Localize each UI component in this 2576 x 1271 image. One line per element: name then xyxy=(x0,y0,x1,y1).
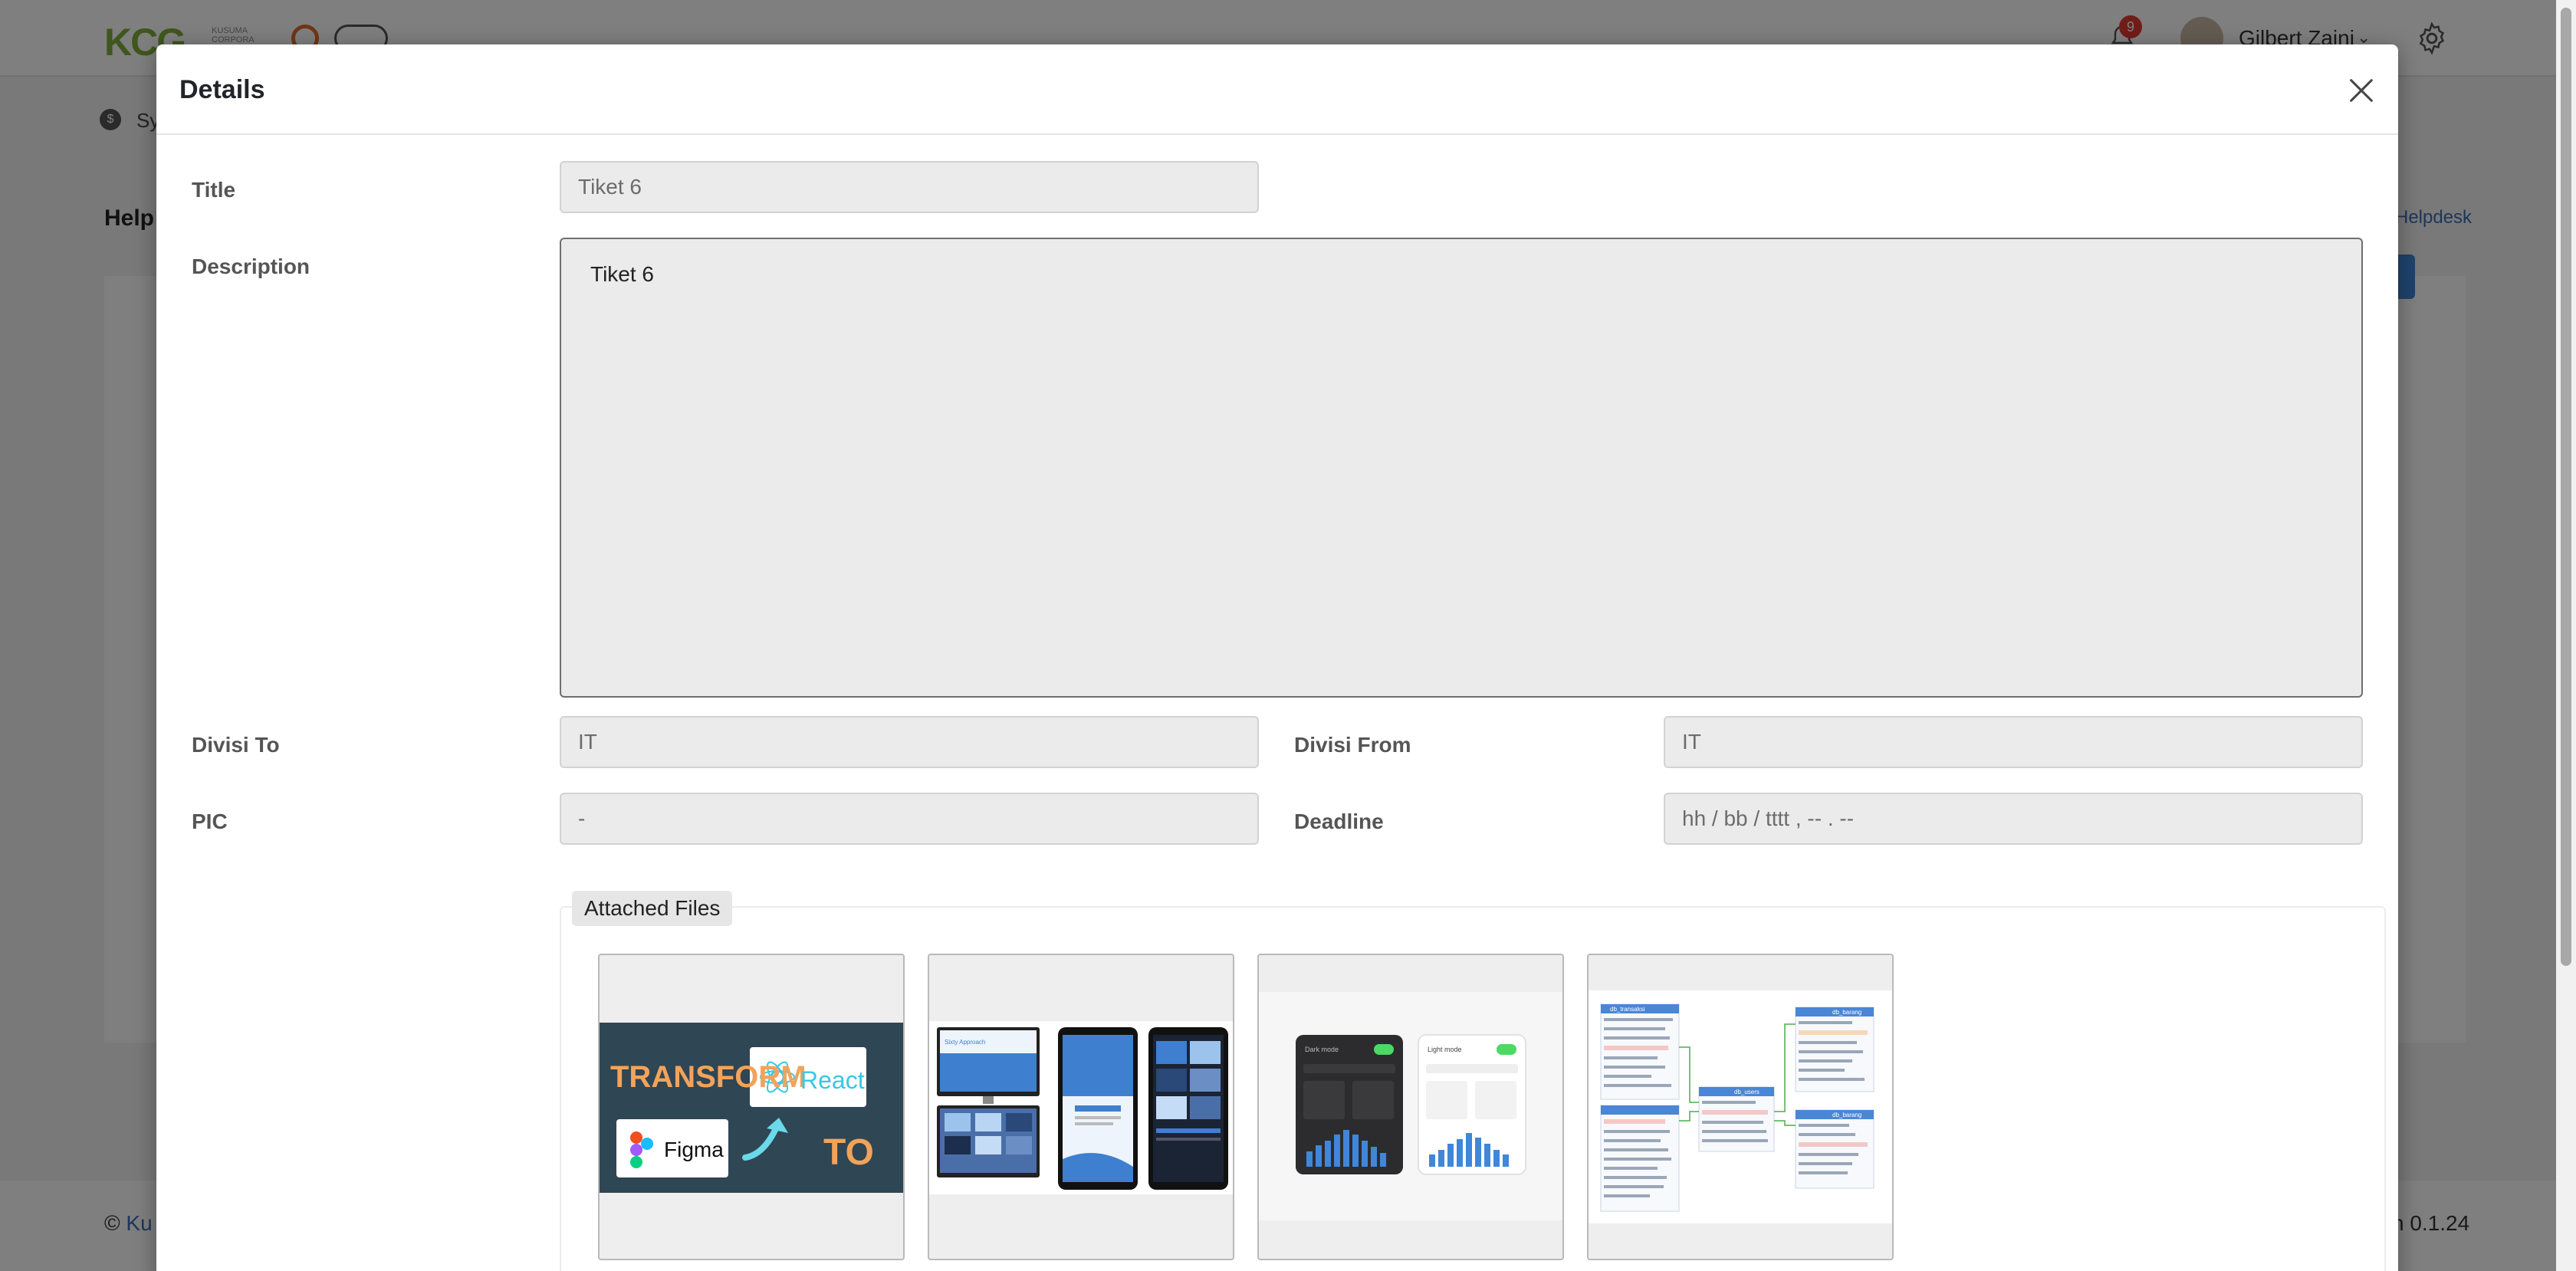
scrollbar-thumb[interactable] xyxy=(2561,8,2571,966)
description-field[interactable]: Tiket 6 xyxy=(560,238,2363,698)
attachment-3-caption-2: Light mode xyxy=(1428,1046,1462,1053)
attachment-1-caption-2: React xyxy=(800,1066,865,1094)
modal-title: Details xyxy=(179,75,265,104)
attachment-2-caption-1: Sixty Approach xyxy=(945,1039,985,1046)
attachment-image-2: Sixty Approach xyxy=(929,1021,1233,1194)
pic-field[interactable]: - xyxy=(560,793,1259,845)
divisi-to-field[interactable]: IT xyxy=(560,716,1259,768)
attachment-3-caption-1: Dark mode xyxy=(1305,1046,1339,1053)
attachment-thumbnail-4[interactable]: db_transaksi db_users db_barang db_baran… xyxy=(1587,954,1894,1260)
attachment-1-caption-4: TO xyxy=(823,1132,874,1173)
description-label: Description xyxy=(192,255,310,278)
details-modal: Details Title Tiket 6 Description Tiket … xyxy=(156,44,2398,1271)
attachment-image-1: TRANSFORM React Figma TO xyxy=(600,1023,903,1193)
divisi-from-label: Divisi From xyxy=(1294,733,1411,757)
attachment-thumbnail-1[interactable]: TRANSFORM React Figma TO xyxy=(598,954,905,1260)
attachment-1-caption-3: Figma xyxy=(664,1138,724,1161)
attached-files-legend: Attached Files xyxy=(572,891,733,926)
attachment-4-caption-4: db_barang xyxy=(1832,1112,1861,1118)
attachment-thumbnail-3[interactable]: Dark mode Light mode xyxy=(1257,954,1564,1260)
attachment-4-caption-3: db_users xyxy=(1734,1089,1760,1095)
close-icon[interactable] xyxy=(2346,75,2377,106)
title-field[interactable]: Tiket 6 xyxy=(560,161,1259,213)
title-label: Title xyxy=(192,178,236,202)
attachment-image-4: db_transaksi db_users db_barang db_baran… xyxy=(1589,990,1892,1223)
divisi-to-label: Divisi To xyxy=(192,733,280,757)
page-scrollbar[interactable] xyxy=(2556,0,2576,1271)
deadline-label: Deadline xyxy=(1294,810,1384,833)
deadline-field[interactable]: hh / bb / tttt , -- . -- xyxy=(1664,793,2363,845)
modal-header: Details xyxy=(156,44,2398,135)
divisi-from-field[interactable]: IT xyxy=(1664,716,2363,768)
attachment-4-caption-1: db_transaksi xyxy=(1610,1006,1645,1013)
attachment-image-3: Dark mode Light mode xyxy=(1259,992,1562,1220)
attachment-thumbnail-2[interactable]: Sixty Approach xyxy=(928,954,1234,1260)
pic-label: PIC xyxy=(192,810,228,833)
attachment-4-caption-2: db_barang xyxy=(1832,1009,1861,1016)
attachment-1-caption-1: TRANSFORM xyxy=(610,1060,807,1094)
